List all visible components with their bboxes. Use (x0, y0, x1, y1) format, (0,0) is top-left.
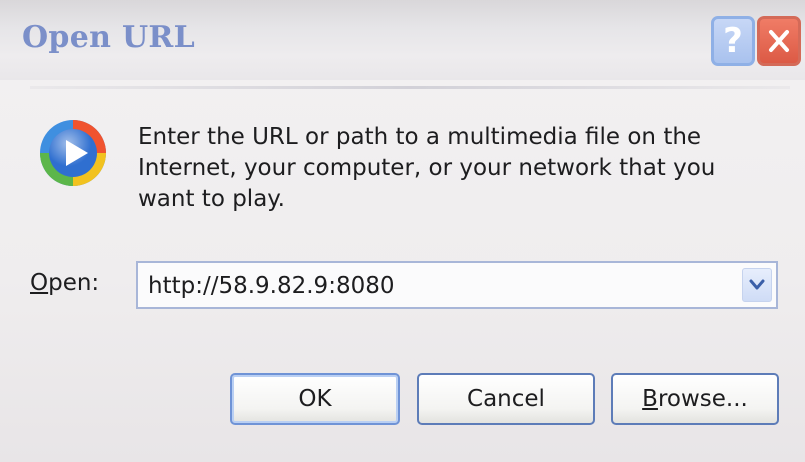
windows-media-player-icon (40, 120, 106, 186)
url-dropdown-button[interactable] (742, 268, 772, 302)
chevron-down-icon (749, 279, 765, 290)
instruction-text: Enter the URL or path to a multimedia fi… (138, 124, 716, 212)
browse-mnemonic: B (642, 386, 658, 412)
ok-button[interactable]: OK (230, 373, 400, 425)
window-title: Open URL (22, 20, 196, 55)
open-field-label: Open: (30, 270, 99, 296)
help-button[interactable]: ? (711, 16, 755, 66)
header-divider (30, 86, 790, 89)
browse-label-rest: rowse... (657, 386, 748, 412)
cancel-button[interactable]: Cancel (417, 373, 595, 425)
url-combobox[interactable] (136, 261, 778, 309)
url-input[interactable] (148, 271, 738, 301)
close-button[interactable] (757, 16, 801, 66)
open-label-mnemonic: O (30, 270, 49, 296)
browse-button[interactable]: Browse... (611, 373, 779, 425)
help-icon: ? (723, 21, 743, 61)
open-label-rest: pen: (48, 270, 100, 296)
title-bar[interactable]: Open URL ? (0, 0, 805, 80)
open-url-dialog: Open URL ? Enter the URL or path to a mu… (0, 0, 805, 462)
close-icon (769, 30, 789, 52)
